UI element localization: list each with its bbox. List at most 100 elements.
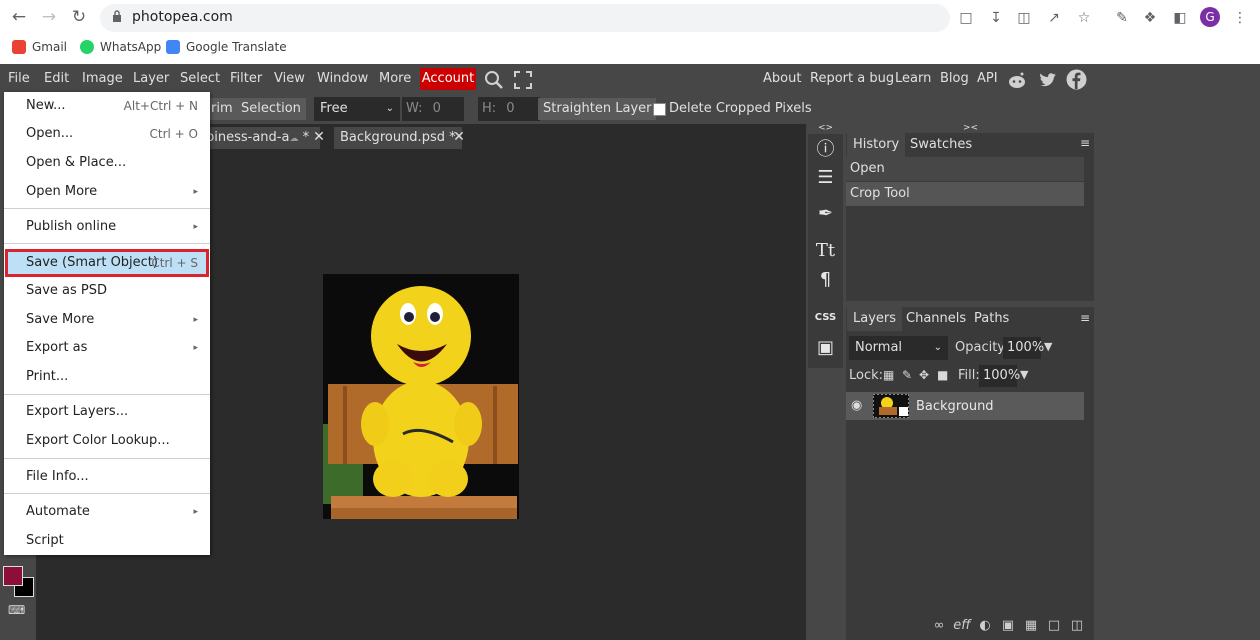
back-icon[interactable]: ← — [8, 6, 30, 28]
paragraph-icon[interactable]: ¶ — [808, 266, 843, 294]
close-tab-1-icon[interactable]: ✕ — [311, 128, 327, 146]
menu-api[interactable]: API — [977, 71, 998, 86]
menu-item-print[interactable]: Print... — [4, 363, 210, 391]
delete-cropped-checkbox[interactable] — [653, 103, 666, 116]
star-icon[interactable]: ☆ — [1074, 8, 1094, 28]
fill-field[interactable]: 100% — [979, 365, 1020, 387]
menu-edit[interactable]: Edit — [44, 71, 69, 86]
reload-icon[interactable]: ↻ — [68, 6, 90, 28]
search-icon[interactable] — [484, 70, 504, 90]
bookmark-google-translate[interactable]: Google Translate — [166, 39, 287, 55]
keyboard-icon[interactable]: ⌨ — [8, 603, 25, 617]
doc-tab-2[interactable]: Background.psd * — [334, 127, 462, 149]
side-panel-icon[interactable]: ◧ — [1170, 8, 1190, 28]
selection-button[interactable]: Selection — [236, 98, 306, 120]
menu-item-file-info[interactable]: File Info... — [4, 463, 210, 491]
adjustments-icon[interactable]: ☰ — [808, 164, 843, 192]
bookmark-gmail[interactable]: Gmail — [12, 39, 67, 55]
effects-icon[interactable]: eff — [953, 617, 971, 635]
menu-item-save-as-psd[interactable]: Save as PSD — [4, 277, 210, 305]
opacity-dropdown-icon[interactable]: ▼ — [1044, 340, 1052, 353]
height-field[interactable]: H: 0 — [478, 97, 540, 121]
twitter-icon[interactable] — [1038, 70, 1058, 90]
menu-item-open-more[interactable]: Open More ▸ — [4, 178, 210, 206]
lock-move-icon[interactable]: ✥ — [919, 368, 929, 382]
lock-all-icon[interactable]: ■ — [937, 368, 948, 382]
install-app-icon[interactable]: ↧ — [986, 8, 1006, 28]
url-text[interactable]: photopea.com — [132, 9, 233, 25]
link-icon[interactable]: ∞ — [930, 617, 948, 635]
profile-avatar[interactable]: G — [1200, 7, 1220, 27]
close-tab-2-icon[interactable]: ✕ — [451, 128, 467, 146]
menu-item-open-place[interactable]: Open & Place... — [4, 149, 210, 177]
trash-icon[interactable]: ◫ — [1068, 617, 1086, 635]
menu-select[interactable]: Select — [180, 71, 220, 86]
menu-learn[interactable]: Learn — [895, 71, 931, 86]
tab-paths[interactable]: Paths — [968, 307, 1015, 331]
menu-item-new[interactable]: New... Alt+Ctrl + N — [4, 92, 210, 120]
lock-transparency-icon[interactable]: ▦ — [883, 368, 894, 382]
lock-paint-icon[interactable]: ✎ — [902, 368, 912, 382]
straighten-layer-button[interactable]: Straighten Layer — [538, 98, 657, 120]
facebook-icon[interactable] — [1066, 69, 1087, 90]
fill-dropdown-icon[interactable]: ▼ — [1020, 368, 1028, 381]
fullscreen-icon[interactable] — [514, 71, 532, 89]
foreground-color-swatch[interactable] — [3, 566, 23, 586]
panel-menu-icon[interactable]: ≡ — [1080, 311, 1090, 325]
menu-item-script[interactable]: Script — [4, 527, 210, 555]
menu-item-automate[interactable]: Automate ▸ — [4, 498, 210, 526]
menu-item-publish-online[interactable]: Publish online ▸ — [4, 213, 210, 241]
tab-channels[interactable]: Channels — [900, 307, 972, 331]
menu-about[interactable]: About — [763, 71, 801, 86]
eye-icon[interactable]: ◉ — [851, 398, 862, 413]
ratio-select[interactable]: Free ⌄ — [314, 97, 400, 121]
menu-layer[interactable]: Layer — [133, 71, 169, 86]
menu-file[interactable]: File — [8, 71, 30, 86]
menu-image[interactable]: Image — [82, 71, 123, 86]
menu-item-save-smart-object[interactable]: Save (Smart Object) Ctrl + S — [4, 249, 210, 277]
extensions-icon[interactable]: ❖ — [1140, 8, 1160, 28]
share-icon[interactable]: ↗ — [1044, 8, 1064, 28]
adjustment-layer-icon[interactable]: ◐ — [976, 617, 994, 635]
account-button[interactable]: Account — [420, 68, 476, 90]
menu-item-export-layers[interactable]: Export Layers... — [4, 398, 210, 426]
opacity-field[interactable]: 100% — [1003, 337, 1044, 359]
forward-icon[interactable]: → — [38, 6, 60, 28]
page-icon[interactable]: ◫ — [1014, 8, 1034, 28]
menu-window[interactable]: Window — [317, 71, 368, 86]
more-vert-icon[interactable]: ⋮ — [1230, 8, 1250, 28]
menu-item-save-more[interactable]: Save More ▸ — [4, 306, 210, 334]
mask-icon[interactable]: ▣ — [999, 617, 1017, 635]
tab-history[interactable]: History — [847, 133, 906, 157]
folder-icon[interactable]: ▦ — [1022, 617, 1040, 635]
menu-item-export-color-lookup[interactable]: Export Color Lookup... — [4, 427, 210, 455]
text-icon[interactable]: Tt — [808, 237, 843, 265]
doc-tab-1[interactable]: piness-and-a☁ * — [200, 127, 320, 149]
collapse-right-icon[interactable]: >< — [963, 123, 978, 133]
menu-report-bug[interactable]: Report a bug — [810, 71, 894, 86]
menu-item-export-as[interactable]: Export as ▸ — [4, 334, 210, 362]
history-row[interactable]: Crop Tool — [846, 182, 1084, 206]
menu-item-open[interactable]: Open... Ctrl + O — [4, 120, 210, 148]
canvas-image[interactable] — [323, 274, 519, 519]
history-row[interactable]: Open — [846, 157, 1084, 181]
image-icon[interactable]: ▣ — [808, 334, 843, 362]
tab-layers[interactable]: Layers — [847, 307, 903, 331]
menu-view[interactable]: View — [274, 71, 305, 86]
eyedropper-icon[interactable]: ✎ — [1112, 8, 1132, 28]
width-field[interactable]: W: 0 — [402, 97, 464, 121]
menu-filter[interactable]: Filter — [230, 71, 262, 86]
menu-more[interactable]: More — [379, 71, 411, 86]
tab-swatches[interactable]: Swatches — [904, 133, 978, 157]
css-icon[interactable]: CSS — [808, 304, 843, 332]
new-layer-icon[interactable]: □ — [1045, 617, 1063, 635]
brush-icon[interactable]: ✒ — [808, 200, 843, 228]
blend-mode-select[interactable]: Normal ⌄ — [849, 336, 948, 360]
clipboard-icon[interactable]: □ — [956, 8, 976, 28]
panel-menu-icon[interactable]: ≡ — [1080, 136, 1090, 150]
menu-blog[interactable]: Blog — [940, 71, 969, 86]
info-icon[interactable]: ⓘ — [808, 136, 843, 164]
bookmark-whatsapp[interactable]: WhatsApp — [80, 39, 161, 55]
collapse-left-icon[interactable]: <> — [818, 123, 833, 133]
trim-button[interactable]: rim — [206, 98, 238, 120]
